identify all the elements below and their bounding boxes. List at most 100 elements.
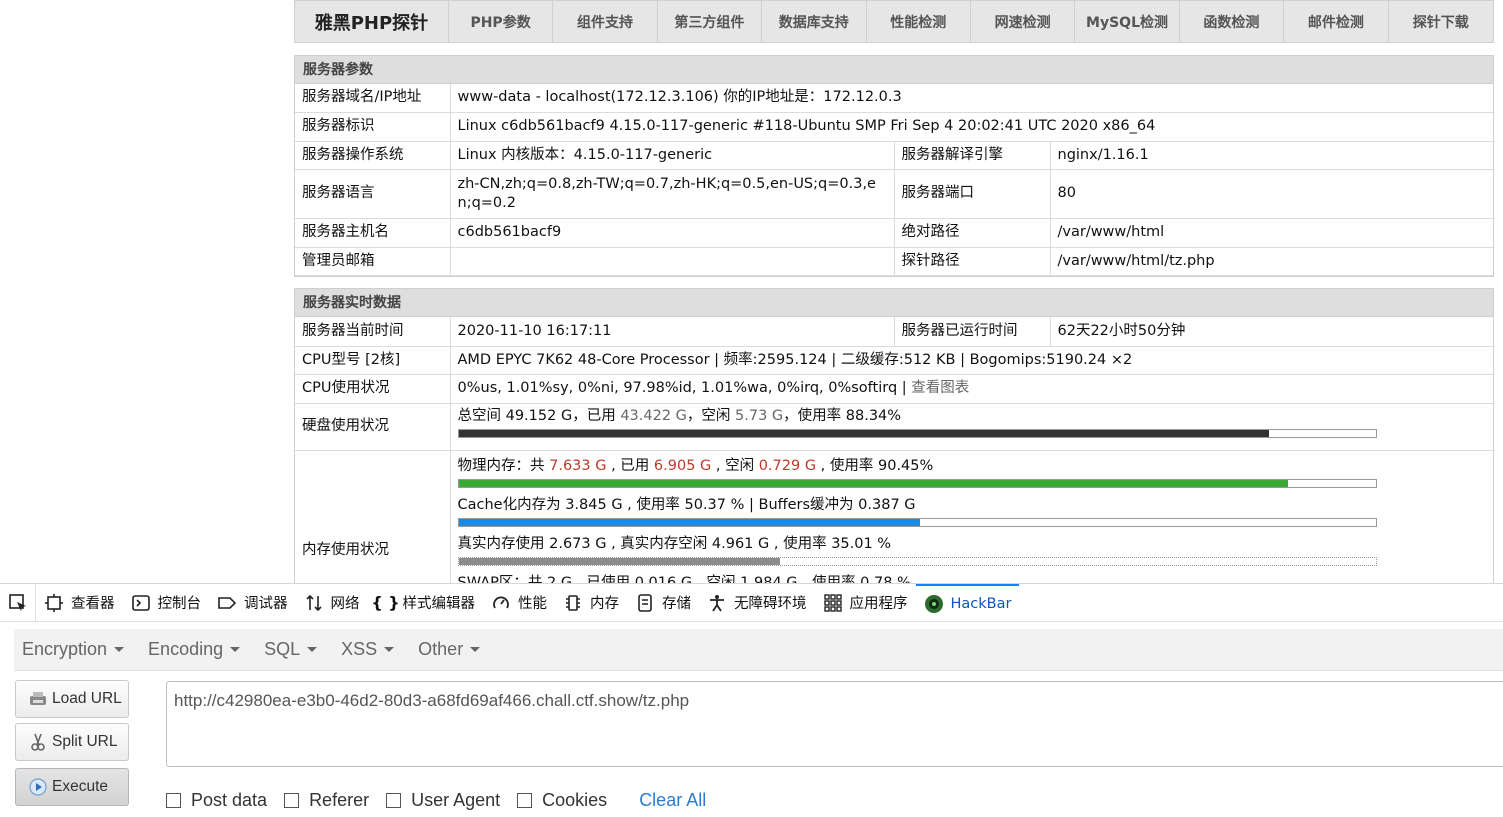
os-label: 服务器操作系统 bbox=[295, 140, 451, 170]
lang-label: 服务器语言 bbox=[295, 168, 451, 219]
realtime-section: 服务器实时数据 服务器当前时间 2020-11-10 16:17:11 服务器已… bbox=[294, 288, 1494, 583]
referer-checkbox[interactable] bbox=[284, 793, 300, 808]
style-editor-icon: { } bbox=[371, 593, 400, 612]
tab-hackbar[interactable]: HackBar bbox=[915, 583, 1020, 622]
os-value: Linux 内核版本：4.15.0-117-generic bbox=[449, 140, 895, 170]
load-url-button[interactable]: Load URL bbox=[15, 680, 129, 718]
tab-application[interactable]: 应用程序 bbox=[815, 584, 916, 622]
cookies-checkbox[interactable] bbox=[517, 793, 533, 808]
real-mem-fill bbox=[458, 557, 780, 565]
element-picker-icon[interactable] bbox=[0, 583, 36, 622]
top-nav: 雅黑PHP探针 PHP参数 组件支持 第三方组件 数据库支持 性能检测 网速检测… bbox=[294, 0, 1494, 43]
physical-mem-text: 物理内存：共 7.633 G , 已用 6.905 G , 空闲 0.729 G… bbox=[457, 457, 934, 474]
nav-functions[interactable]: 函数检测 bbox=[1180, 1, 1285, 42]
hackbar-icon bbox=[924, 594, 944, 614]
tab-label: 无障碍环境 bbox=[734, 596, 807, 612]
tab-accessibility[interactable]: 无障碍环境 bbox=[699, 584, 815, 622]
post-data-option[interactable]: Post data bbox=[166, 790, 267, 811]
domain-label: 服务器域名/IP地址 bbox=[295, 84, 451, 113]
clear-all-link[interactable]: Clear All bbox=[639, 790, 706, 811]
inspector-icon bbox=[44, 593, 64, 613]
nav-network-speed[interactable]: 网速检测 bbox=[971, 1, 1076, 42]
abspath-label: 绝对路径 bbox=[893, 217, 1051, 248]
tab-network[interactable]: 网络 bbox=[296, 584, 368, 622]
caret-down-icon bbox=[114, 647, 125, 652]
physical-mem-bar bbox=[457, 478, 1377, 488]
cpu-usage-value: 0%us, 1.01%sy, 0%ni, 97.98%id, 1.01%wa, … bbox=[457, 380, 912, 396]
real-mem-text: 真实内存使用 2.673 G , 真实内存空闲 4.961 G , 使用率 35… bbox=[457, 535, 892, 552]
tab-inspector[interactable]: 查看器 bbox=[36, 584, 123, 622]
mem-free: 0.729 G bbox=[758, 457, 817, 474]
tab-label: 样式编辑器 bbox=[402, 596, 476, 612]
nav-third-party[interactable]: 第三方组件 bbox=[658, 1, 763, 42]
nav-download[interactable]: 探针下载 bbox=[1389, 1, 1493, 42]
memory-icon bbox=[563, 593, 583, 613]
engine-value: nginx/1.16.1 bbox=[1049, 140, 1493, 170]
caret-down-icon bbox=[230, 647, 241, 652]
hackbar-options: Post data Referer User Agent Cookies Cle… bbox=[166, 790, 706, 811]
encryption-dropdown[interactable]: Encryption bbox=[14, 639, 132, 660]
encoding-dropdown[interactable]: Encoding bbox=[140, 639, 248, 660]
tab-label: 控制台 bbox=[157, 596, 202, 612]
section-title: 服务器参数 bbox=[295, 56, 1493, 84]
tab-storage[interactable]: 存储 bbox=[627, 584, 699, 622]
debugger-icon bbox=[217, 593, 237, 613]
nav-mail[interactable]: 邮件检测 bbox=[1284, 1, 1389, 42]
cookies-option[interactable]: Cookies bbox=[517, 790, 607, 811]
engine-label: 服务器解译引擎 bbox=[893, 140, 1051, 170]
probe-path-label: 探针路径 bbox=[893, 246, 1051, 276]
referer-option[interactable]: Referer bbox=[284, 790, 369, 811]
cpu-value: AMD EPYC 7K62 48-Core Processor | 频率:259… bbox=[449, 345, 1493, 375]
cache-mem-fill bbox=[458, 518, 921, 526]
user-agent-option[interactable]: User Agent bbox=[386, 790, 500, 811]
caret-down-icon bbox=[470, 647, 481, 652]
accessibility-icon bbox=[707, 593, 727, 613]
uptime-value: 62天22小时50分钟 bbox=[1049, 317, 1493, 347]
email-value bbox=[449, 246, 895, 276]
application-grid-icon bbox=[823, 593, 843, 613]
other-dropdown[interactable]: Other bbox=[410, 639, 488, 660]
nav-components[interactable]: 组件支持 bbox=[553, 1, 658, 42]
xss-dropdown[interactable]: XSS bbox=[333, 639, 402, 660]
tab-memory[interactable]: 内存 bbox=[555, 584, 627, 622]
uptime-label: 服务器已运行时间 bbox=[893, 317, 1051, 347]
post-data-checkbox[interactable] bbox=[166, 793, 181, 808]
cache-mem-bar bbox=[457, 517, 1377, 527]
disk-usage-bar bbox=[457, 428, 1377, 438]
nav-database[interactable]: 数据库支持 bbox=[762, 1, 867, 42]
nav-performance[interactable]: 性能检测 bbox=[867, 1, 971, 42]
performance-icon bbox=[491, 593, 511, 613]
email-label: 管理员邮箱 bbox=[295, 246, 451, 276]
devtools-panel: 查看器 控制台 调试器 网络 { } 样式编辑器 性能 内存 存储 无障碍环境 … bbox=[0, 583, 1503, 817]
tab-style-editor[interactable]: { } 样式编辑器 bbox=[368, 584, 484, 622]
tab-label: 查看器 bbox=[71, 596, 115, 612]
nav-mysql[interactable]: MySQL检测 bbox=[1075, 1, 1180, 42]
ident-label: 服务器标识 bbox=[295, 111, 451, 142]
split-url-button[interactable]: Split URL bbox=[15, 723, 129, 761]
brand-title[interactable]: 雅黑PHP探针 bbox=[295, 1, 449, 42]
tab-label: 性能 bbox=[518, 596, 547, 612]
nav-php-params[interactable]: PHP参数 bbox=[449, 1, 554, 42]
disk-usage-fill bbox=[458, 429, 1269, 437]
user-agent-checkbox[interactable] bbox=[386, 793, 402, 808]
tab-performance[interactable]: 性能 bbox=[483, 584, 555, 622]
tab-label: 网络 bbox=[330, 596, 360, 612]
execute-button[interactable]: Execute bbox=[15, 768, 129, 806]
cpu-chart-link[interactable]: 查看图表 bbox=[911, 380, 969, 396]
tab-console[interactable]: 控制台 bbox=[123, 584, 210, 622]
tab-label: 内存 bbox=[590, 596, 619, 612]
hackbar-menu: Encryption Encoding SQL XSS Other bbox=[14, 629, 1503, 671]
sql-dropdown[interactable]: SQL bbox=[256, 639, 325, 660]
tab-debugger[interactable]: 调试器 bbox=[209, 584, 296, 622]
time-label: 服务器当前时间 bbox=[295, 317, 451, 347]
console-icon bbox=[131, 593, 151, 613]
network-icon bbox=[304, 593, 324, 613]
mem-cell: 物理内存：共 7.633 G , 已用 6.905 G , 空闲 0.729 G… bbox=[449, 449, 1493, 583]
probe-path-value: /var/www/html/tz.php bbox=[1049, 246, 1493, 276]
cache-mem-text: Cache化内存为 3.845 G , 使用率 50.37 % | Buffer… bbox=[457, 496, 916, 513]
disk-label: 硬盘使用状况 bbox=[295, 402, 451, 451]
time-value: 2020-11-10 16:17:11 bbox=[449, 317, 895, 347]
section-title: 服务器实时数据 bbox=[295, 289, 1493, 317]
url-textarea[interactable]: http://c42980ea-e3b0-46d2-80d3-a68fd69af… bbox=[166, 681, 1503, 767]
devtools-tabbar: 查看器 控制台 调试器 网络 { } 样式编辑器 性能 内存 存储 无障碍环境 … bbox=[0, 583, 1503, 622]
